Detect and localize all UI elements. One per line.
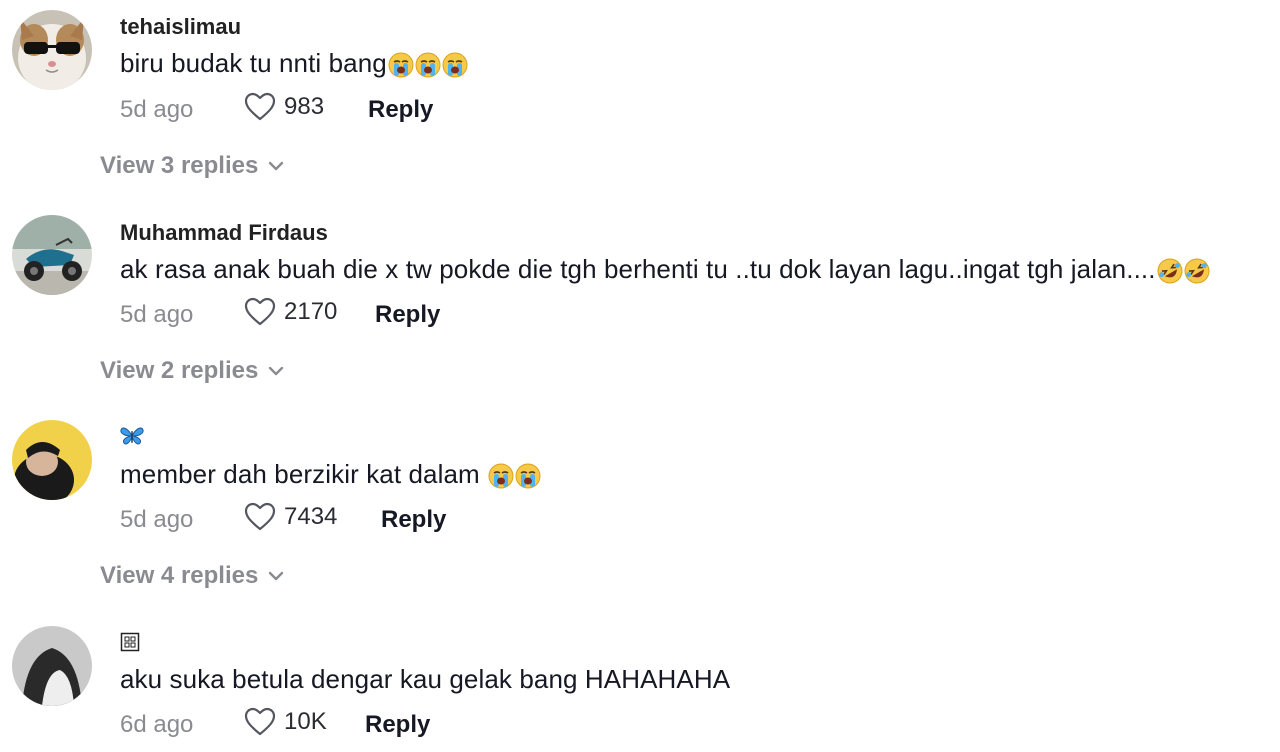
reply-button[interactable]: Reply <box>375 301 440 329</box>
loudly-crying-face-icon <box>488 463 514 489</box>
timestamp: 5d ago <box>120 506 194 533</box>
loudly-crying-face-icon <box>515 463 541 489</box>
reply-button[interactable]: Reply <box>368 96 433 124</box>
like-count: 983 <box>284 93 325 120</box>
butterfly-icon <box>120 427 144 445</box>
comment-text: ak rasa anak buah die x tw pokde die tgh… <box>120 254 1210 289</box>
reply-button[interactable]: Reply <box>381 506 446 534</box>
rolling-on-floor-laughing-icon <box>1157 258 1183 284</box>
like-button[interactable]: 2170 <box>244 297 337 327</box>
username[interactable]: Muhammad Firdaus <box>120 220 328 246</box>
like-button[interactable]: 983 <box>244 92 324 122</box>
heart-icon <box>244 502 276 531</box>
comment-text: biru budak tu nnti bang <box>120 48 468 83</box>
heart-icon <box>244 92 276 121</box>
avatar[interactable] <box>12 10 92 90</box>
view-replies-button[interactable]: View 4 replies <box>100 562 284 590</box>
like-button[interactable]: 10K <box>244 707 327 737</box>
motorcycle-avatar-image <box>12 215 92 295</box>
comment-text-content: ak rasa anak buah die x tw pokde die tgh… <box>120 254 1156 284</box>
heart-icon <box>244 297 276 326</box>
emoji-group <box>1156 258 1210 289</box>
username[interactable]: tehaislimau <box>120 14 241 40</box>
view-replies-label: View 4 replies <box>100 562 259 589</box>
like-count: 7434 <box>284 503 338 530</box>
missing-glyph-box-icon <box>120 632 140 652</box>
person-grey-avatar-image <box>12 626 92 706</box>
view-replies-button[interactable]: View 2 replies <box>100 357 284 385</box>
timestamp: 5d ago <box>120 301 194 328</box>
chevron-down-icon <box>269 161 284 171</box>
heart-icon <box>244 707 276 736</box>
emoji-group <box>387 52 468 83</box>
view-replies-label: View 2 replies <box>100 357 259 384</box>
comment-text-content: biru budak tu nnti bang <box>120 48 387 78</box>
timestamp: 5d ago <box>120 96 194 123</box>
like-count: 2170 <box>284 298 338 325</box>
view-replies-button[interactable]: View 3 replies <box>100 152 284 180</box>
avatar[interactable] <box>12 215 92 295</box>
loudly-crying-face-icon <box>442 52 468 78</box>
person-yellow-avatar-image <box>12 420 92 500</box>
username-butterfly-icon[interactable] <box>120 426 144 451</box>
like-count: 10K <box>284 708 327 735</box>
avatar[interactable] <box>12 626 92 706</box>
username-glyph-icon[interactable] <box>120 632 140 657</box>
chevron-down-icon <box>269 366 284 376</box>
avatar[interactable] <box>12 420 92 500</box>
loudly-crying-face-icon <box>415 52 441 78</box>
comment-text-content: member dah berzikir kat dalam <box>120 459 488 489</box>
cat-sunglasses-avatar-image <box>12 10 92 90</box>
emoji-group <box>487 463 541 494</box>
reply-button[interactable]: Reply <box>365 711 430 739</box>
comment-text: aku suka betula dengar kau gelak bang HA… <box>120 664 730 695</box>
timestamp: 6d ago <box>120 711 194 738</box>
comment-text: member dah berzikir kat dalam <box>120 459 541 494</box>
like-button[interactable]: 7434 <box>244 502 337 532</box>
comment-text-content: aku suka betula dengar kau gelak bang HA… <box>120 664 731 694</box>
chevron-down-icon <box>269 571 284 581</box>
view-replies-label: View 3 replies <box>100 152 259 179</box>
loudly-crying-face-icon <box>388 52 414 78</box>
rolling-on-floor-laughing-icon <box>1184 258 1210 284</box>
